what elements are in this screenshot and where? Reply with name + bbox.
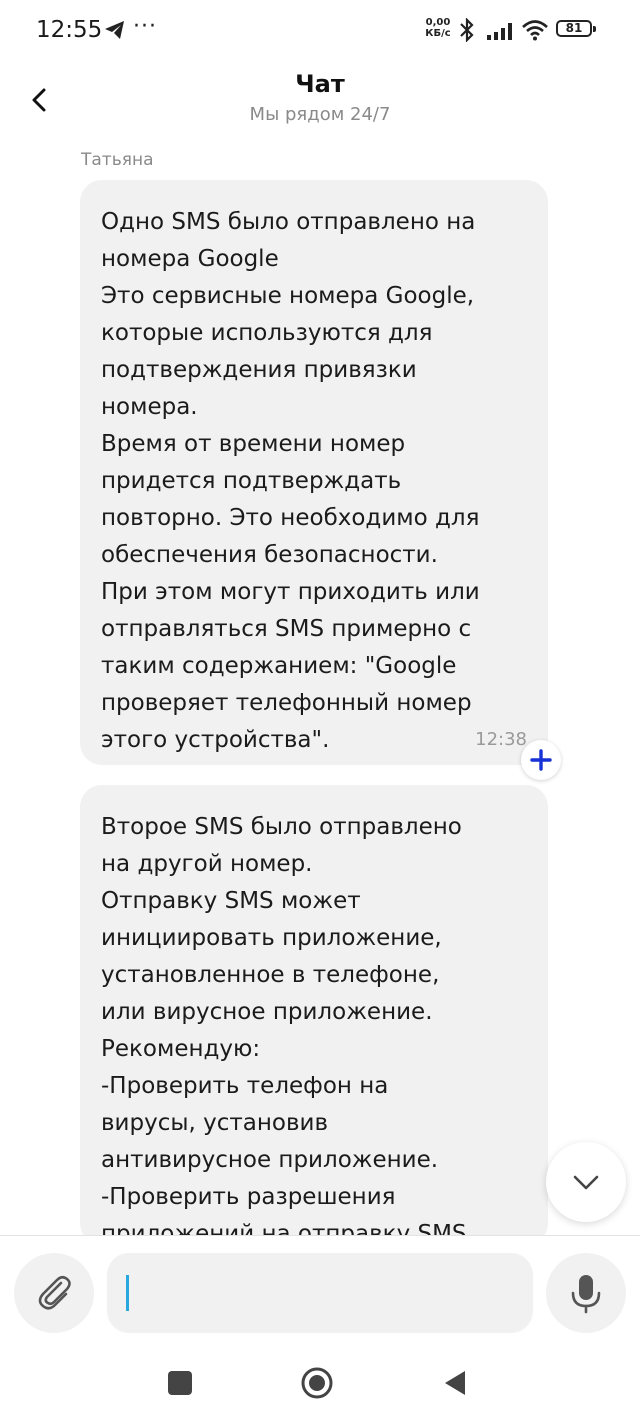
chevron-down-icon xyxy=(573,1175,599,1190)
recent-apps-button[interactable] xyxy=(168,1371,192,1395)
more-notifications-icon: ··· xyxy=(133,14,157,39)
status-bar: 12:55 ··· 0,00 КБ/с 81 xyxy=(0,0,640,62)
message-composer xyxy=(0,1235,640,1336)
bluetooth-icon xyxy=(457,18,477,42)
message-bubble[interactable]: Одно SMS было отправлено на номера Googl… xyxy=(80,180,548,765)
scroll-down-button[interactable] xyxy=(546,1142,626,1222)
home-circle-icon xyxy=(301,1367,333,1399)
network-speed: 0,00 КБ/с xyxy=(421,17,455,39)
system-back-button[interactable] xyxy=(442,1369,468,1397)
message-text: Одно SMS было отправлено на номера Googl… xyxy=(101,209,480,753)
battery-icon: 81 xyxy=(556,20,596,37)
network-speed-value: 0,00 xyxy=(425,17,451,28)
text-caret xyxy=(126,1275,129,1311)
sender-name: Татьяна xyxy=(81,150,154,170)
wifi-icon xyxy=(521,19,549,41)
message-input[interactable] xyxy=(107,1253,533,1333)
home-button[interactable] xyxy=(300,1366,334,1400)
plus-icon xyxy=(530,749,552,771)
telegram-icon xyxy=(104,20,126,40)
voice-message-button[interactable] xyxy=(546,1253,626,1333)
signal-icon xyxy=(486,22,516,40)
microphone-icon xyxy=(571,1275,601,1314)
attach-button[interactable] xyxy=(14,1253,94,1333)
message-bubble[interactable]: Второе SMS было отправлено на другой ном… xyxy=(80,785,548,1247)
message-text: Второе SMS было отправлено на другой ном… xyxy=(101,814,467,1247)
add-reaction-button[interactable] xyxy=(521,740,561,780)
status-time: 12:55 xyxy=(36,17,103,43)
page-title: Чат xyxy=(295,70,345,98)
system-nav-bar xyxy=(0,1343,640,1423)
page-subtitle: Мы рядом 24/7 xyxy=(249,104,391,125)
paperclip-icon xyxy=(38,1275,71,1310)
network-speed-unit: КБ/с xyxy=(425,28,451,39)
message-time: 12:38 xyxy=(475,729,527,750)
triangle-back-icon xyxy=(445,1371,465,1395)
